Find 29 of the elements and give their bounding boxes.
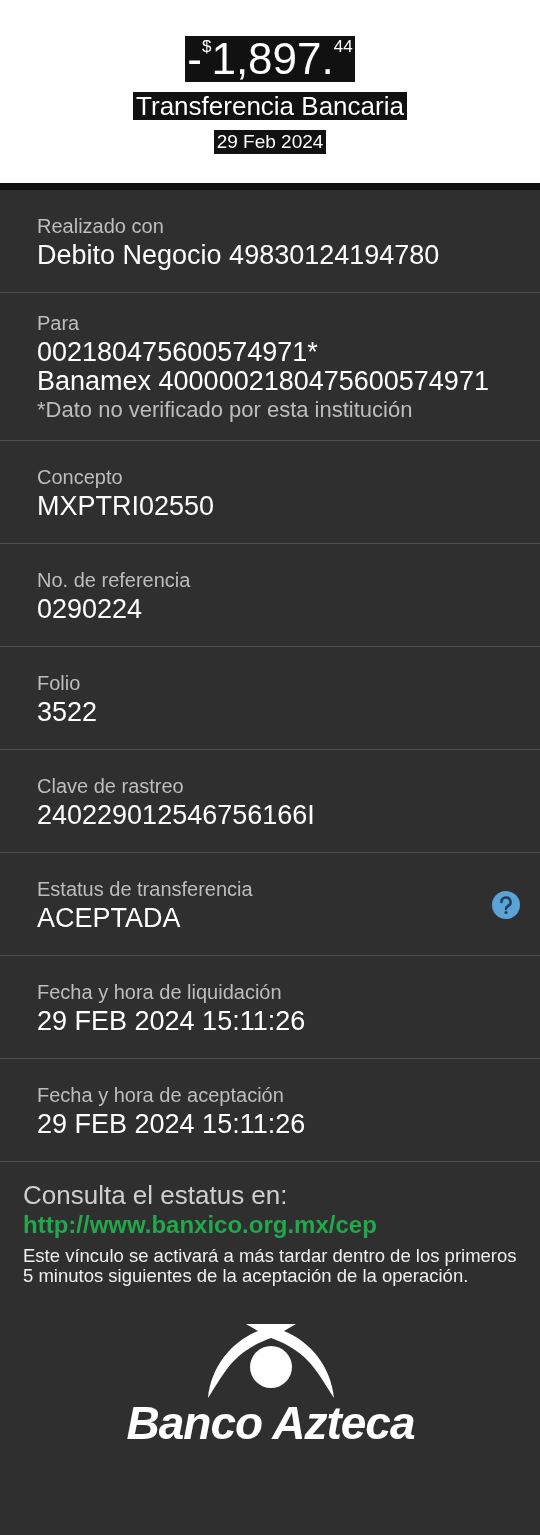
field-label: Fecha y hora de aceptación xyxy=(37,1083,285,1107)
field-value: 240229012546756166I xyxy=(37,801,316,830)
field-value: Debito Negocio 49830124194780 xyxy=(37,241,441,270)
field-value: MXPTRI02550 xyxy=(37,492,216,521)
field-note: *Dato no verificado por esta institución xyxy=(37,396,414,424)
field-value: ACEPTADA xyxy=(37,904,182,933)
field-label: No. de referencia xyxy=(37,568,192,592)
notice-text: Este vínculo se activará a más tardar dentro de los primeros 5 minutos siguientes de la aceptación de la operación. xyxy=(23,1246,518,1286)
field-value: 29 FEB 2024 15:11:26 xyxy=(37,1110,307,1139)
field-label: Para xyxy=(37,311,81,335)
field-value: 29 FEB 2024 15:11:26 xyxy=(37,1007,307,1036)
field-value: 3522 xyxy=(37,698,99,727)
field-value: Banamex 4000002180475600574971 xyxy=(37,367,490,396)
field-value: 0290224 xyxy=(37,595,144,624)
logo-icon xyxy=(205,1322,336,1400)
help-icon[interactable] xyxy=(492,891,520,919)
transaction-type: Transferencia Bancaria xyxy=(133,92,407,120)
field-label: Folio xyxy=(37,671,82,695)
transaction-date: 29 Feb 2024 xyxy=(213,130,327,154)
field-label: Fecha y hora de liquidación xyxy=(37,980,283,1004)
status-link[interactable]: http://www.banxico.org.mx/cep xyxy=(23,1210,518,1240)
brand-name: Banco Azteca xyxy=(126,1398,415,1448)
field-label: Estatus de transferencia xyxy=(37,877,254,901)
field-label: Realizado con xyxy=(37,214,165,238)
status-heading: Consulta el estatus en: xyxy=(23,1180,289,1210)
field-value: 002180475600574971* xyxy=(37,338,319,367)
field-label: Clave de rastreo xyxy=(37,774,185,798)
field-label: Concepto xyxy=(37,465,124,489)
amount: -$^{$}$1,897.$^{44}$ xyxy=(185,36,355,82)
